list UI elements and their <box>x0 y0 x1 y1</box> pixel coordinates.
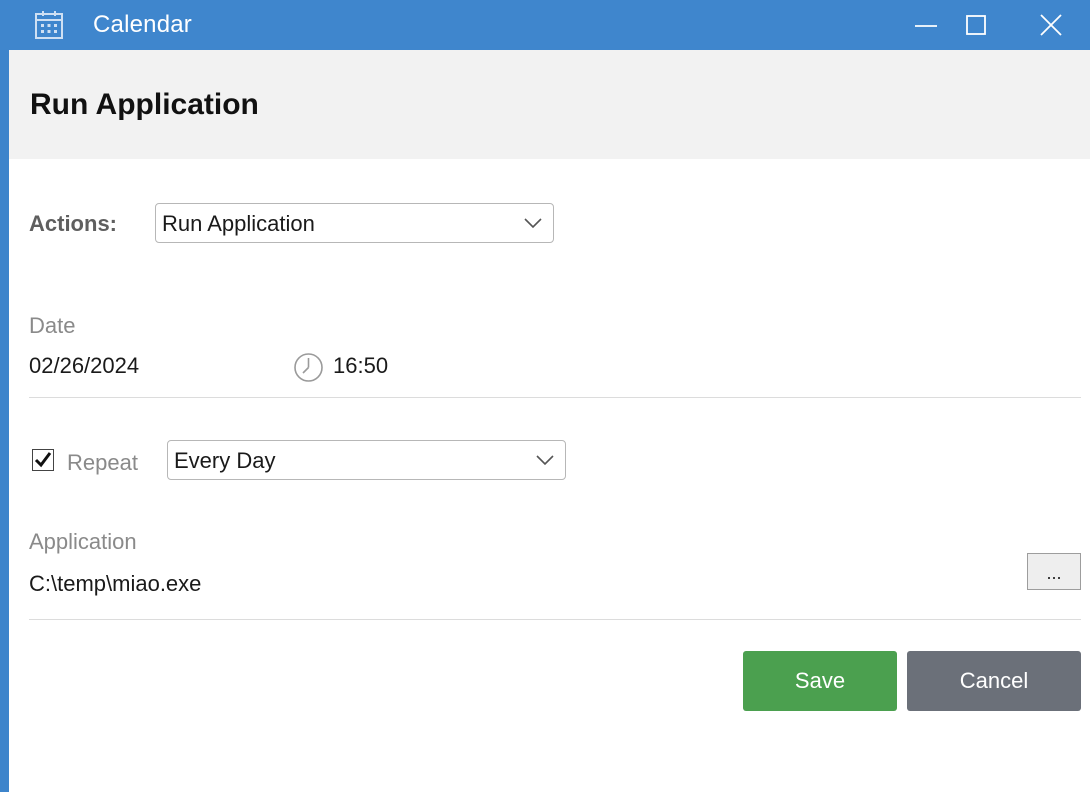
repeat-select[interactable]: Every Day <box>167 440 566 480</box>
maximize-button[interactable] <box>951 0 1001 50</box>
calendar-icon <box>33 9 65 41</box>
cancel-button[interactable]: Cancel <box>907 651 1081 711</box>
chevron-down-icon <box>523 215 543 236</box>
actions-label: Actions: <box>29 211 117 236</box>
repeat-selected-value: Every Day <box>174 448 276 473</box>
repeat-label[interactable]: Repeat <box>67 450 138 476</box>
application-label: Application <box>29 529 137 554</box>
save-button[interactable]: Save <box>743 651 897 711</box>
actions-selected-value: Run Application <box>162 211 315 236</box>
close-icon <box>1040 14 1062 36</box>
dialog-heading: Run Application <box>30 88 259 121</box>
clock-icon[interactable] <box>293 352 324 383</box>
title-bar[interactable]: Calendar <box>0 0 1090 50</box>
date-field[interactable]: 02/26/2024 <box>29 353 139 379</box>
repeat-checkbox[interactable] <box>32 449 54 471</box>
actions-select[interactable]: Run Application <box>155 203 554 243</box>
browse-button-label: ... <box>1046 563 1062 583</box>
dialog-header: Run Application <box>9 50 1090 159</box>
divider <box>29 619 1081 620</box>
minimize-icon <box>915 25 937 27</box>
chevron-down-icon <box>535 452 555 473</box>
window-title: Calendar <box>93 11 192 38</box>
application-path-field[interactable]: C:\temp\miao.exe <box>29 571 201 597</box>
divider <box>29 397 1081 398</box>
time-field[interactable]: 16:50 <box>333 353 388 379</box>
minimize-button[interactable] <box>901 0 951 50</box>
checkmark-icon <box>34 452 52 468</box>
date-label: Date <box>29 313 76 338</box>
close-button[interactable] <box>1026 0 1076 50</box>
maximize-icon <box>966 15 986 35</box>
window-left-border <box>0 0 9 792</box>
browse-button[interactable]: ... <box>1027 553 1081 590</box>
